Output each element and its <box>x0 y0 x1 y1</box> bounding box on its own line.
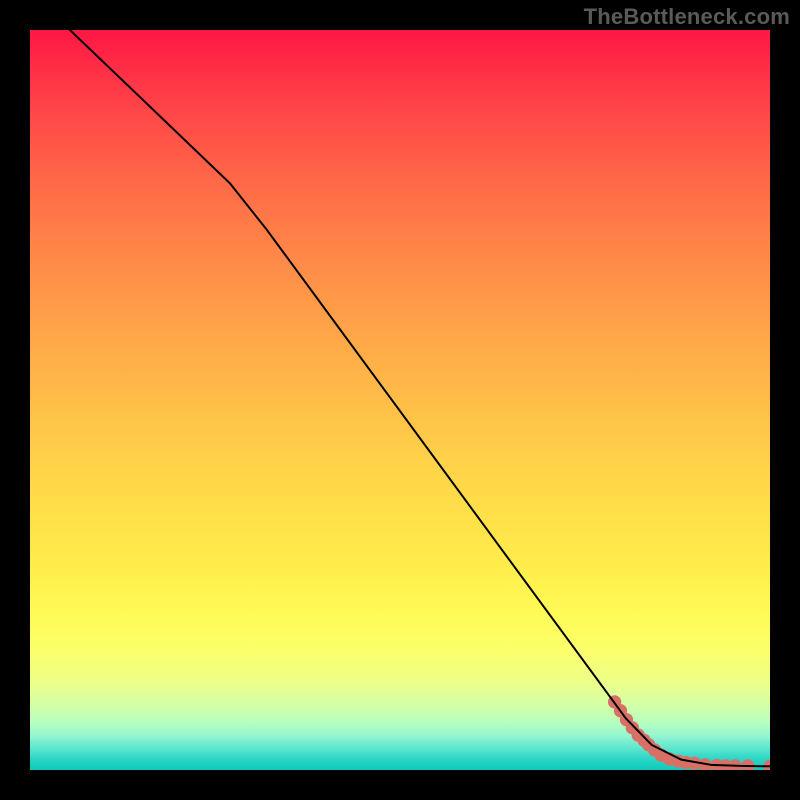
scatter-points <box>608 695 770 770</box>
curve-line <box>70 30 770 766</box>
plot-area <box>30 30 770 770</box>
chart-overlay <box>30 30 770 770</box>
data-point <box>763 760 770 770</box>
data-point <box>741 759 754 770</box>
chart-stage: TheBottleneck.com <box>0 0 800 800</box>
watermark-text: TheBottleneck.com <box>584 4 790 30</box>
